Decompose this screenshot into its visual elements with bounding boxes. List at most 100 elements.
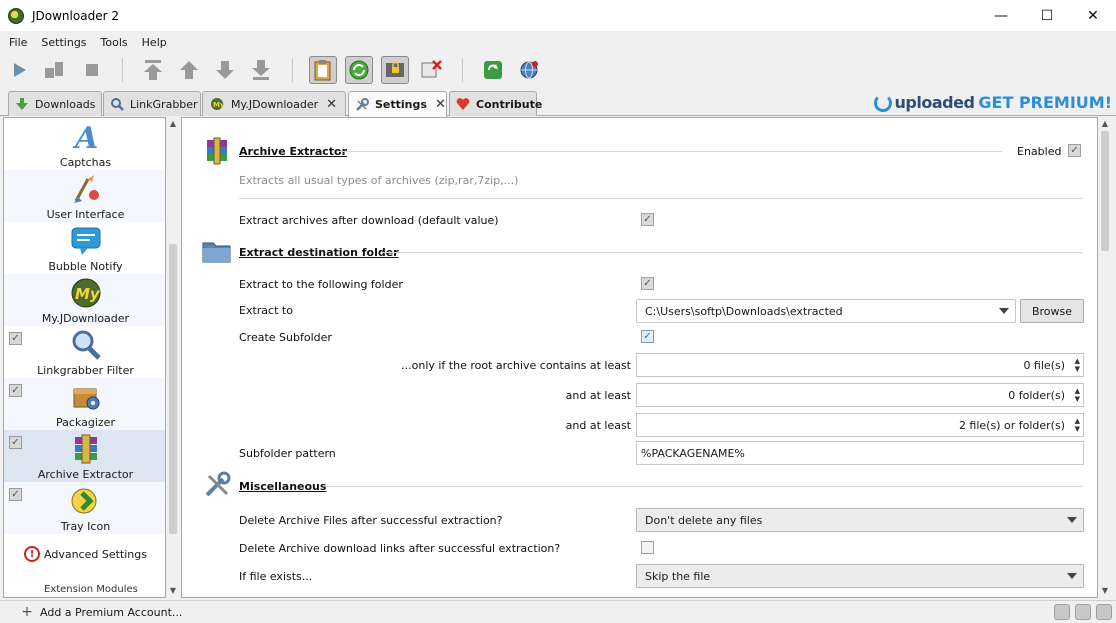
spinner-arrows-icon[interactable]: ▲ ▼ xyxy=(1075,417,1080,433)
sidebar-item-checkbox[interactable]: ✓ xyxy=(9,436,22,449)
move-bottom-button[interactable] xyxy=(247,56,275,84)
premium-toggle-button[interactable] xyxy=(381,56,409,84)
create-subfolder-checkbox[interactable]: ✓ xyxy=(641,330,654,343)
sidebar-item-checkbox[interactable]: ✓ xyxy=(9,488,22,501)
move-up-button[interactable] xyxy=(175,56,203,84)
move-top-button[interactable] xyxy=(139,56,167,84)
extract-after-download-checkbox[interactable]: ✓ xyxy=(641,213,654,226)
extract-to-path-combo[interactable]: C:\Users\softp\Downloads\extracted xyxy=(636,299,1016,323)
menu-settings[interactable]: Settings xyxy=(34,36,93,49)
download-arrow-icon xyxy=(15,96,29,112)
maximize-button[interactable]: ☐ xyxy=(1024,0,1070,31)
update-button[interactable] xyxy=(479,56,507,84)
spinner-arrows-icon[interactable]: ▲ ▼ xyxy=(1075,387,1080,403)
section-divider xyxy=(382,252,1083,253)
sidebar-item-label: User Interface xyxy=(46,208,125,221)
files-or-folders-spinner[interactable]: 2 file(s) or folder(s) ▲ ▼ xyxy=(636,413,1084,437)
close-window-button[interactable]: ✕ xyxy=(1070,0,1116,31)
delete-files-select[interactable]: Don't delete any files xyxy=(636,508,1084,532)
add-premium-account-link[interactable]: Add a Premium Account... xyxy=(40,606,182,619)
root-files-spinner[interactable]: 0 file(s) ▲ ▼ xyxy=(636,353,1084,377)
settings-status-icon[interactable] xyxy=(1096,604,1112,620)
if-file-exists-select[interactable]: Skip the file xyxy=(636,564,1084,588)
start-button[interactable] xyxy=(6,56,34,84)
premium-brand: uploaded xyxy=(894,93,975,112)
scroll-down-arrow-icon[interactable]: ▼ xyxy=(1099,584,1111,598)
sidebar-scroll-thumb[interactable] xyxy=(169,244,177,534)
sidebar-item-extension-modules[interactable]: Extension Modules xyxy=(4,584,165,597)
section-title-archive-extractor: Archive Extractor xyxy=(239,145,347,158)
main-scroll-thumb[interactable] xyxy=(1101,131,1109,251)
premium-cta: GET PREMIUM! xyxy=(978,93,1112,112)
chevron-down-icon xyxy=(1067,573,1077,579)
scroll-up-arrow-icon[interactable]: ▲ xyxy=(1099,117,1111,131)
sidebar-item-label: Linkgrabber Filter xyxy=(37,364,134,377)
menu-help[interactable]: Help xyxy=(135,36,174,49)
sidebar-item-label: Extension Modules xyxy=(44,584,138,595)
silent-mode-icon xyxy=(421,60,442,78)
main-scrollbar[interactable]: ▲ ▼ xyxy=(1099,117,1111,598)
tab-myjdownloader[interactable]: My My.JDownloader ✕ xyxy=(202,91,346,116)
close-icon[interactable]: ✕ xyxy=(326,97,337,112)
warning-icon: ! xyxy=(24,546,41,562)
minimize-button[interactable]: — xyxy=(978,0,1024,31)
svg-text:My: My xyxy=(213,101,224,109)
menu-file[interactable]: File xyxy=(2,36,34,49)
move-down-button[interactable] xyxy=(211,56,239,84)
sidebar-item-linkgrabber-filter[interactable]: ✓ Linkgrabber Filter xyxy=(4,326,165,378)
reconnect-toggle-button[interactable] xyxy=(345,56,373,84)
tab-downloads[interactable]: Downloads xyxy=(8,91,102,116)
stop-button[interactable] xyxy=(78,56,106,84)
pause-icon xyxy=(45,62,63,78)
sidebar-item-myjdownloader[interactable]: My My.JDownloader xyxy=(4,274,165,326)
close-icon[interactable]: ✕ xyxy=(435,97,446,112)
folders-spinner[interactable]: 0 folder(s) ▲ ▼ xyxy=(636,383,1084,407)
tab-settings[interactable]: Settings ✕ xyxy=(348,91,447,117)
enabled-label: Enabled xyxy=(1017,145,1062,158)
sidebar-item-tray-icon[interactable]: ✓ Tray Icon xyxy=(4,482,165,534)
toolbar-separator xyxy=(292,58,293,82)
scroll-down-arrow-icon[interactable]: ▼ xyxy=(167,584,179,598)
tab-linkgrabber[interactable]: LinkGrabber xyxy=(103,91,201,116)
tab-label: Downloads xyxy=(35,97,96,111)
extract-to-folder-checkbox[interactable]: ✓ xyxy=(641,277,654,290)
linkgrabber-status-icon[interactable] xyxy=(1075,604,1091,620)
sidebar-item-label: Bubble Notify xyxy=(48,260,123,273)
move-up-icon xyxy=(180,61,198,79)
enabled-checkbox[interactable]: ✓ xyxy=(1068,144,1081,157)
delete-links-checkbox[interactable]: ✓ xyxy=(641,541,654,554)
section-description: Extracts all usual types of archives (zi… xyxy=(239,174,519,187)
advanced-settings-item[interactable]: ! Advanced Settings xyxy=(4,542,165,566)
premium-banner[interactable]: uploaded GET PREMIUM! xyxy=(873,93,1112,112)
subfolder-pattern-input[interactable]: %PACKAGENAME% xyxy=(636,441,1084,465)
sidebar-scrollbar[interactable]: ▲ ▼ xyxy=(167,117,179,598)
plus-icon[interactable]: + xyxy=(20,604,34,620)
status-bar: + Add a Premium Account... xyxy=(0,600,1116,623)
reconnect-button[interactable] xyxy=(515,56,543,84)
clipboard-observer-button[interactable] xyxy=(309,56,337,84)
browse-button[interactable]: Browse xyxy=(1020,299,1084,323)
pause-button[interactable] xyxy=(40,56,68,84)
update-status-icon[interactable] xyxy=(1054,604,1070,620)
scroll-up-arrow-icon[interactable]: ▲ xyxy=(167,117,179,131)
sidebar-item-bubble-notify[interactable]: Bubble Notify xyxy=(4,222,165,274)
sidebar-item-checkbox[interactable]: ✓ xyxy=(9,384,22,397)
title-bar: JDownloader 2 — ☐ ✕ xyxy=(0,0,1116,31)
silent-mode-button[interactable] xyxy=(417,56,445,84)
sidebar-item-archive-extractor[interactable]: ✓ Archive Extractor xyxy=(4,430,165,482)
spinner-arrows-icon[interactable]: ▲ ▼ xyxy=(1075,357,1080,373)
delete-files-label: Delete Archive Files after successful ex… xyxy=(239,514,503,527)
sidebar-item-packagizer[interactable]: ✓ Packagizer xyxy=(4,378,165,430)
if-file-exists-label: If file exists... xyxy=(239,570,313,583)
tab-contribute[interactable]: Contribute xyxy=(449,91,542,116)
section-title-miscellaneous: Miscellaneous xyxy=(239,480,327,493)
my-jd-icon: My xyxy=(209,96,225,112)
sidebar-item-checkbox[interactable]: ✓ xyxy=(9,332,22,345)
delete-files-value: Don't delete any files xyxy=(645,513,763,527)
sidebar-item-captchas[interactable]: A Captchas xyxy=(4,118,165,170)
sidebar-item-user-interface[interactable]: User Interface xyxy=(4,170,165,222)
tab-label: My.JDownloader xyxy=(231,97,319,111)
subfolder-pattern-label: Subfolder pattern xyxy=(239,447,336,460)
menu-tools[interactable]: Tools xyxy=(94,36,135,49)
tab-label: Contribute xyxy=(476,97,543,111)
